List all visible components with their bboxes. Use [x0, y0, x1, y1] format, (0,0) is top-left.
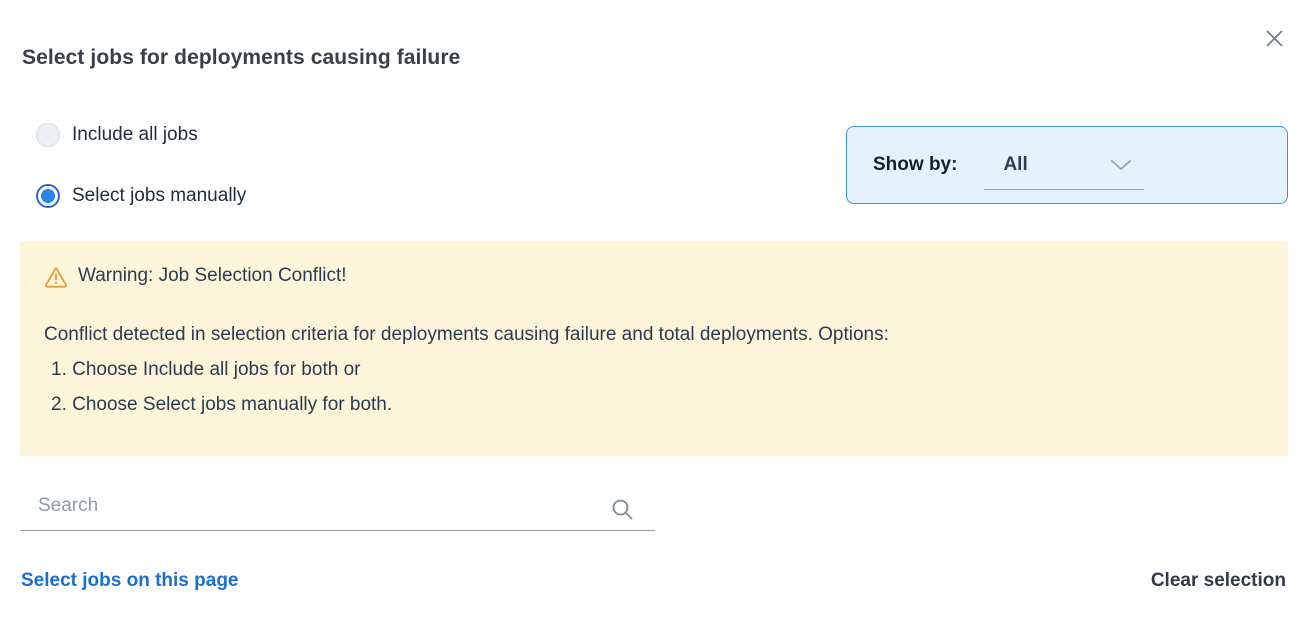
chevron-down-icon	[1110, 159, 1132, 171]
warning-option-1: 1. Choose Include all jobs for both or	[44, 352, 1264, 387]
close-icon	[1265, 29, 1284, 48]
radio-selected-icon[interactable]	[36, 184, 60, 208]
radio-select-jobs-manually[interactable]: Select jobs manually	[36, 183, 246, 209]
radio-unselected-icon[interactable]	[36, 123, 60, 147]
close-button[interactable]	[1260, 24, 1288, 52]
radio-include-all-jobs[interactable]: Include all jobs	[36, 122, 198, 148]
show-by-selected-value: All	[1003, 154, 1027, 176]
warning-message: Conflict detected in selection criteria …	[44, 317, 1264, 352]
show-by-label: Show by:	[873, 154, 957, 176]
warning-header: Warning: Job Selection Conflict!	[44, 263, 1264, 289]
warning-triangle-icon	[44, 265, 68, 288]
search-field	[20, 487, 655, 531]
dialog-title: Select jobs for deployments causing fail…	[22, 45, 460, 71]
clear-selection-button[interactable]: Clear selection	[1151, 570, 1286, 592]
select-jobs-dialog: Select jobs for deployments causing fail…	[0, 0, 1308, 630]
show-by-panel: Show by: All	[846, 126, 1288, 204]
warning-title: Warning: Job Selection Conflict!	[78, 263, 347, 289]
show-by-dropdown[interactable]: All	[984, 154, 1144, 190]
radio-dot	[41, 189, 55, 203]
radio-include-all-jobs-label: Include all jobs	[72, 122, 198, 148]
warning-option-2: 2. Choose Select jobs manually for both.	[44, 387, 1264, 422]
warning-banner: Warning: Job Selection Conflict! Conflic…	[20, 241, 1288, 456]
search-input[interactable]	[20, 487, 655, 531]
select-jobs-on-page-link[interactable]: Select jobs on this page	[21, 570, 239, 592]
radio-select-jobs-manually-label: Select jobs manually	[72, 183, 246, 209]
